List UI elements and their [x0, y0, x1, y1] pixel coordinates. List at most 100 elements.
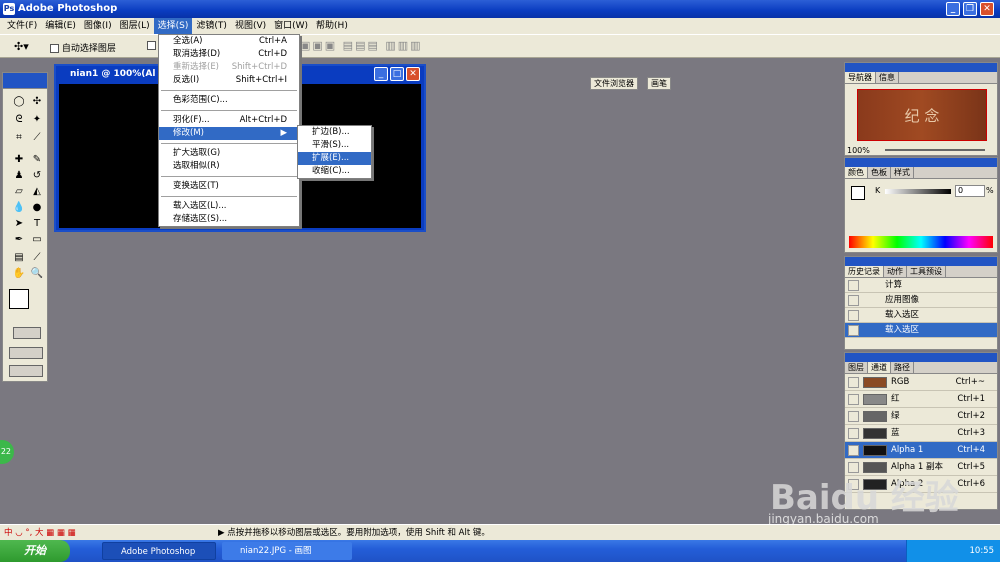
image-maximize-button[interactable]: □ — [390, 67, 404, 81]
history-snapshot-checkbox[interactable] — [848, 295, 859, 306]
shape-tool-icon[interactable]: ▭ — [29, 233, 45, 247]
align-buttons[interactable]: ▣▣▣ ▤▤▤ ▥▥▥ — [300, 39, 423, 52]
select_menu-item[interactable]: 选取相似(R) — [159, 160, 299, 173]
tab-swatches[interactable]: 色板 — [868, 167, 891, 178]
tab-actions[interactable]: 动作 — [884, 266, 907, 277]
tab-paths[interactable]: 路径 — [891, 362, 914, 373]
modify_menu-item[interactable]: 收缩(C)... — [298, 165, 371, 178]
healing-brush-icon[interactable]: ✚ — [11, 153, 27, 167]
select_menu-item[interactable]: 色彩范围(C)... — [159, 94, 299, 107]
foreground-color-swatch[interactable] — [9, 289, 29, 309]
select_menu-item[interactable]: 变换选区(T) — [159, 180, 299, 193]
history-brush-icon[interactable]: ↺ — [29, 169, 45, 183]
path-select-icon[interactable]: ➤ — [11, 217, 27, 231]
eyedropper-icon[interactable]: ⟋ — [29, 251, 45, 265]
menu-5[interactable]: 滤镜(T) — [192, 18, 231, 34]
modify_menu-item[interactable]: 扩边(B)... — [298, 126, 371, 139]
slice-tool-icon[interactable]: ⟋ — [29, 131, 45, 145]
menu-4[interactable]: 选择(S) — [153, 18, 193, 34]
screen-mode-buttons[interactable] — [9, 347, 43, 359]
minimize-button[interactable]: _ — [946, 2, 960, 16]
quick-mask-buttons[interactable] — [13, 327, 41, 339]
visibility-eye-icon[interactable] — [848, 411, 859, 422]
tab-navigator[interactable]: 导航器 — [845, 72, 876, 83]
history-item[interactable]: 应用图像 — [845, 293, 997, 308]
tab-layers[interactable]: 图层 — [845, 362, 868, 373]
side-badge[interactable]: 22 — [0, 440, 14, 464]
modify_menu-item[interactable]: 扩展(E)... — [298, 152, 371, 165]
type-tool-icon[interactable]: T — [29, 217, 45, 231]
stamp-tool-icon[interactable]: ♟ — [11, 169, 27, 183]
blur-tool-icon[interactable]: 💧 — [11, 201, 27, 215]
start-button[interactable]: 开始 — [0, 540, 70, 562]
navigator-zoom[interactable]: 100% — [847, 146, 870, 155]
brush-tool-icon[interactable]: ✎ — [29, 153, 45, 167]
image-close-button[interactable]: ✕ — [406, 67, 420, 81]
ime-toolbar[interactable]: 中 ◡ °, 大 ▦ ▦ ▦ — [4, 525, 76, 541]
select_menu-item[interactable]: 全选(A) Ctrl+A — [159, 35, 299, 48]
history-item[interactable]: 计算 — [845, 278, 997, 293]
select_menu-item[interactable]: 载入选区(L)... — [159, 200, 299, 213]
history-snapshot-checkbox[interactable] — [848, 280, 859, 291]
color-slider[interactable] — [885, 189, 951, 194]
tab-tool-presets[interactable]: 工具预设 — [907, 266, 946, 277]
jump-to-imageready-button[interactable] — [9, 365, 43, 377]
channel-row[interactable]: 蓝 Ctrl+3 — [845, 425, 997, 442]
navigator-zoom-slider[interactable] — [885, 149, 985, 151]
show-bounds-checkbox[interactable] — [147, 41, 156, 51]
tab-info[interactable]: 信息 — [876, 72, 899, 83]
tab-styles[interactable]: 样式 — [891, 167, 914, 178]
select_menu-item[interactable]: 扩大选取(G) — [159, 147, 299, 160]
tab-channels[interactable]: 通道 — [868, 362, 891, 373]
visibility-eye-icon[interactable] — [848, 377, 859, 388]
crop-tool-icon[interactable]: ⌗ — [11, 131, 27, 145]
modify_menu-item[interactable]: 平滑(S)... — [298, 139, 371, 152]
select_menu-item[interactable]: 重新选择(E) Shift+Ctrl+D — [159, 61, 299, 74]
menu-6[interactable]: 视图(V) — [231, 18, 270, 34]
select_menu-item[interactable]: 存储选区(S)... — [159, 213, 299, 226]
restore-button[interactable]: ❐ — [963, 2, 977, 16]
task-paint[interactable]: nian22.JPG - 画图 — [222, 542, 352, 560]
dodge-tool-icon[interactable]: ● — [29, 201, 45, 215]
close-button[interactable]: ✕ — [980, 2, 994, 16]
file-browser-tab[interactable]: 文件浏览器 — [590, 77, 638, 90]
channel-row[interactable]: 红 Ctrl+1 — [845, 391, 997, 408]
select_menu-item[interactable]: 取消选择(D) Ctrl+D — [159, 48, 299, 61]
brushes-tab[interactable]: 画笔 — [647, 77, 671, 90]
image-minimize-button[interactable]: _ — [374, 67, 388, 81]
zoom-tool-icon[interactable]: 🔍 — [29, 267, 45, 281]
history-item[interactable]: 载入选区 — [845, 323, 997, 338]
menu-1[interactable]: 编辑(E) — [41, 18, 80, 34]
menu-0[interactable]: 文件(F) — [3, 18, 41, 34]
history-snapshot-checkbox[interactable] — [848, 310, 859, 321]
menu-3[interactable]: 图层(L) — [116, 18, 154, 34]
visibility-eye-icon[interactable] — [848, 394, 859, 405]
move-tool-icon[interactable]: ✣ — [29, 95, 45, 109]
color-fg-swatch[interactable] — [851, 186, 865, 200]
menu-8[interactable]: 帮助(H) — [312, 18, 352, 34]
hand-tool-icon[interactable]: ✋ — [11, 267, 27, 281]
tab-history[interactable]: 历史记录 — [845, 266, 884, 277]
color-value-field[interactable]: 0 — [955, 185, 985, 197]
tab-color[interactable]: 颜色 — [845, 167, 868, 178]
visibility-eye-icon[interactable] — [848, 445, 859, 456]
history-item[interactable]: 载入选区 — [845, 308, 997, 323]
notes-tool-icon[interactable]: ▤ — [11, 251, 27, 265]
channel-row[interactable]: 绿 Ctrl+2 — [845, 408, 997, 425]
lasso-tool-icon[interactable]: ᘓ — [11, 113, 27, 127]
bucket-tool-icon[interactable]: ◭ — [29, 185, 45, 199]
eraser-tool-icon[interactable]: ▱ — [11, 185, 27, 199]
select_menu-item[interactable]: 修改(M) ▶ — [159, 127, 299, 140]
color-ramp[interactable] — [849, 236, 993, 248]
channel-row[interactable]: RGB Ctrl+~ — [845, 374, 997, 391]
select_menu-item[interactable]: 反选(I) Shift+Ctrl+I — [159, 74, 299, 87]
channel-row[interactable]: Alpha 1 Ctrl+4 — [845, 442, 997, 459]
magic-wand-icon[interactable]: ✦ — [29, 113, 45, 127]
move-tool-icon[interactable]: ✣▾ — [14, 40, 29, 53]
menu-2[interactable]: 图像(I) — [80, 18, 116, 34]
auto-select-checkbox[interactable]: 自动选择图层 — [50, 41, 116, 54]
select_menu-item[interactable]: 羽化(F)... Alt+Ctrl+D — [159, 114, 299, 127]
history-snapshot-checkbox[interactable] — [848, 325, 859, 336]
task-photoshop[interactable]: Adobe Photoshop — [102, 542, 216, 560]
visibility-eye-icon[interactable] — [848, 428, 859, 439]
